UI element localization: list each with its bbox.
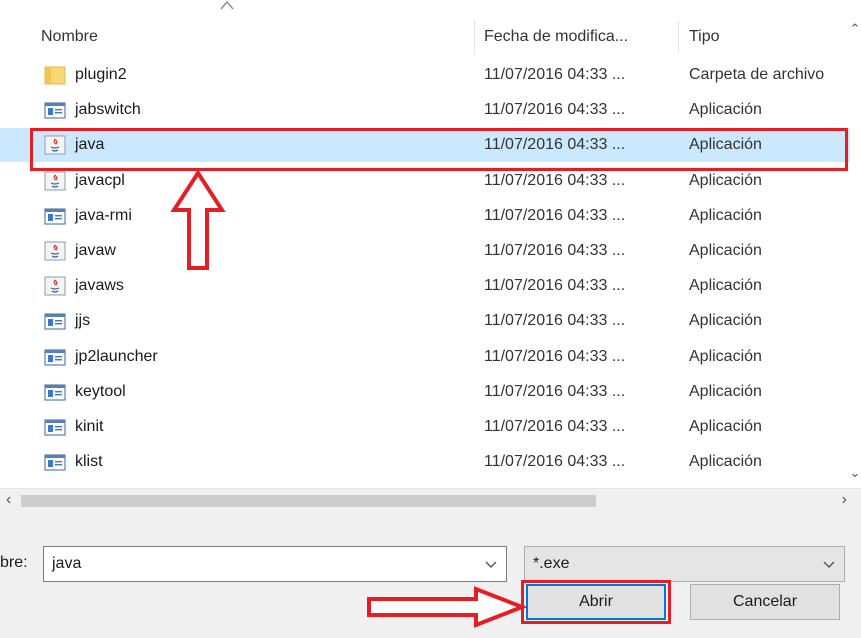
file-type: Aplicación — [689, 418, 762, 435]
filetype-dropdown[interactable]: *.exe — [524, 546, 845, 582]
file-date: 11/07/2016 04:33 ... — [484, 312, 626, 330]
chevron-down-icon[interactable] — [822, 557, 836, 571]
highlight-box-selected-row — [30, 128, 848, 171]
scroll-right-icon[interactable]: › — [842, 491, 847, 509]
chevron-down-icon[interactable] — [484, 557, 498, 571]
app-icon — [44, 452, 66, 472]
file-row[interactable]: jjs 11/07/2016 04:33 ... Aplicación — [0, 304, 850, 338]
file-name: jabswitch — [75, 101, 141, 119]
app-icon — [44, 347, 66, 367]
file-row[interactable]: java-rmi 11/07/2016 04:33 ... Aplicación — [0, 199, 850, 233]
horizontal-scrollbar[interactable]: ‹ › — [0, 488, 861, 513]
file-row[interactable]: jp2launcher 11/07/2016 04:33 ... Aplicació… — [0, 340, 850, 374]
file-type: Aplicación — [689, 312, 762, 330]
file-type: Aplicación — [689, 453, 762, 471]
cancel-button[interactable]: Cancelar — [690, 584, 840, 620]
scroll-down-icon[interactable]: ⌄ — [849, 466, 861, 480]
column-header-type[interactable]: Tipo — [689, 18, 849, 56]
file-name: klist — [75, 453, 103, 471]
file-date: 11/07/2016 04:33 ... — [484, 101, 626, 119]
file-date: 11/07/2016 04:33 ... — [484, 206, 626, 224]
column-divider[interactable] — [678, 20, 679, 54]
file-name: javaw — [75, 242, 116, 259]
app-icon — [44, 382, 66, 402]
column-header-name[interactable]: Nombre — [41, 18, 471, 56]
file-date: 11/07/2016 04:33 ... — [484, 171, 626, 189]
file-date: 11/07/2016 04:33 ... — [484, 66, 626, 83]
java-icon — [44, 171, 66, 191]
file-name: jjs — [75, 312, 91, 330]
file-row[interactable]: klist 11/07/2016 04:33 ... Aplicación — [0, 445, 850, 479]
file-row[interactable]: javaw 11/07/2016 04:33 ... Aplicación — [0, 234, 850, 268]
file-row[interactable]: keytool 11/07/2016 04:33 ... Aplicación — [0, 375, 850, 409]
highlight-box-open-button — [521, 580, 671, 624]
scroll-up-icon[interactable]: ⌃ — [849, 22, 861, 36]
file-date: 11/07/2016 04:33 ... — [484, 453, 626, 471]
file-date: 11/07/2016 04:33 ... — [484, 418, 626, 435]
file-list-pane: Nombre Fecha de modifica... Tipo ⌃ ⌄ plu… — [0, 0, 861, 513]
file-date: 11/07/2016 04:33 ... — [484, 277, 626, 295]
app-icon — [44, 206, 66, 226]
file-name: plugin2 — [75, 66, 127, 83]
column-header-date[interactable]: Fecha de modifica... — [484, 18, 674, 56]
scrollbar-thumb[interactable] — [21, 495, 596, 507]
folder-icon — [44, 65, 66, 85]
annotation-up-arrow-icon — [170, 170, 226, 270]
file-name: kinit — [75, 418, 104, 435]
filetype-value: *.exe — [533, 555, 570, 572]
file-date: 11/07/2016 04:33 ... — [484, 382, 626, 400]
filename-input[interactable]: java — [52, 555, 81, 573]
file-type: Aplicación — [689, 277, 762, 295]
file-date: 11/07/2016 04:33 ... — [484, 347, 626, 365]
file-name: javacpl — [75, 171, 125, 189]
sort-ascending-icon[interactable] — [220, 0, 234, 10]
file-row[interactable]: kinit 11/07/2016 04:33 ... Aplicación — [0, 410, 850, 444]
scroll-left-icon[interactable]: ‹ — [6, 491, 11, 509]
column-divider[interactable] — [474, 20, 475, 54]
file-type: Aplicación — [689, 382, 762, 400]
file-name: javaws — [75, 277, 124, 295]
file-type: Aplicación — [689, 171, 762, 189]
file-name: jp2launcher — [75, 347, 158, 365]
file-type: Aplicación — [689, 347, 762, 365]
file-name: keytool — [75, 382, 126, 400]
file-row[interactable]: plugin2 11/07/2016 04:33 ... Carpeta de ar… — [0, 58, 850, 92]
app-icon — [44, 417, 66, 437]
filename-combobox[interactable]: java — [43, 546, 507, 582]
file-date: 11/07/2016 04:33 ... — [484, 242, 626, 259]
file-row[interactable]: jabswitch 11/07/2016 04:33 ... Aplicación — [0, 93, 850, 127]
file-type: Aplicación — [689, 101, 762, 119]
filename-label: bre: — [0, 554, 28, 571]
file-row[interactable]: javaws 11/07/2016 04:33 ... Aplicación — [0, 269, 850, 303]
file-type: Aplicación — [689, 206, 762, 224]
java-icon — [44, 276, 66, 296]
file-name: java-rmi — [75, 206, 132, 224]
annotation-right-arrow-icon — [367, 586, 526, 628]
app-icon — [44, 100, 66, 120]
java-icon — [44, 241, 66, 261]
app-icon — [44, 311, 66, 331]
file-type: Carpeta de archivo — [689, 66, 825, 83]
file-type: Aplicación — [689, 242, 762, 259]
